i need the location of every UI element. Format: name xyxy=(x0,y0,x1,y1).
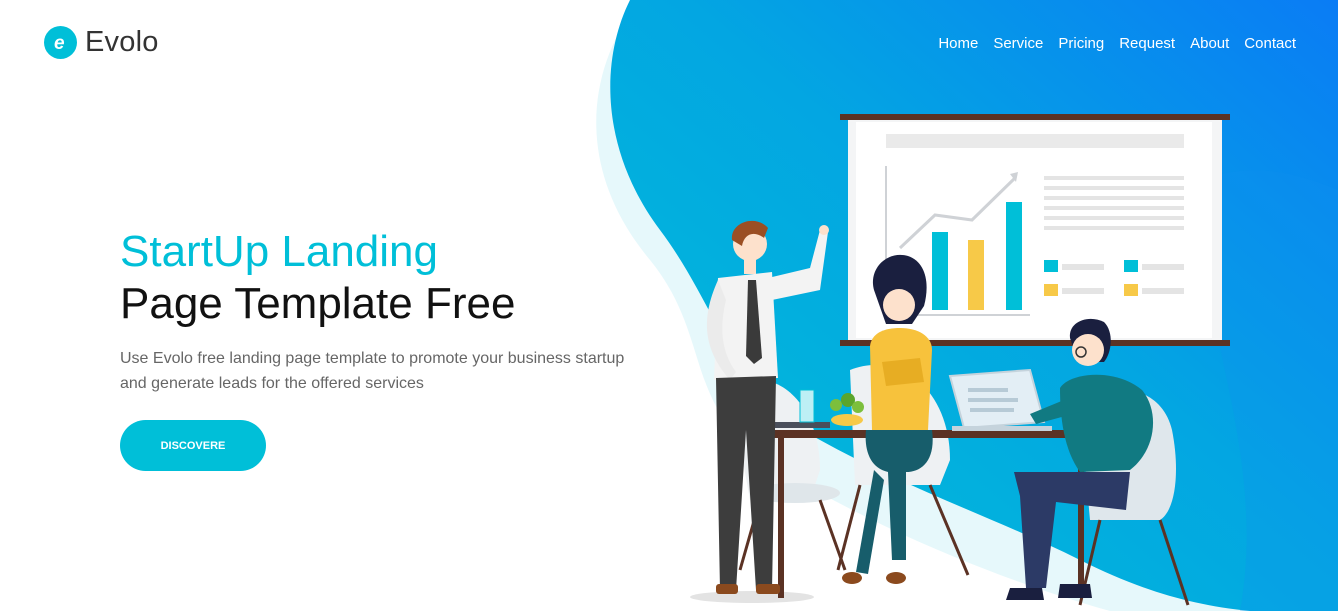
logo-e-icon: e xyxy=(44,26,77,59)
nav-pricing[interactable]: Pricing xyxy=(1058,35,1104,52)
nav-request[interactable]: Request xyxy=(1119,35,1175,52)
main-navigation: Home Service Pricing Request About Conta… xyxy=(938,35,1296,52)
hero-section: StartUp Landing Page Template Free Use E… xyxy=(120,226,650,471)
brand-name: Evolo xyxy=(85,26,159,58)
svg-text:e: e xyxy=(54,33,65,53)
team-meeting-illustration xyxy=(690,114,1230,606)
nav-about[interactable]: About xyxy=(1190,35,1229,52)
discover-button[interactable]: DISCOVERE xyxy=(120,420,266,471)
hero-lead-text: Use Evolo free landing page template to … xyxy=(120,350,625,392)
nav-service[interactable]: Service xyxy=(993,35,1043,52)
nav-home[interactable]: Home xyxy=(938,35,978,52)
hero-title-line2: Page Template Free xyxy=(120,279,516,328)
brand-logo[interactable]: e Evolo xyxy=(44,26,159,59)
nav-contact[interactable]: Contact xyxy=(1244,35,1296,52)
hero-title-line1: StartUp Landing xyxy=(120,227,438,276)
